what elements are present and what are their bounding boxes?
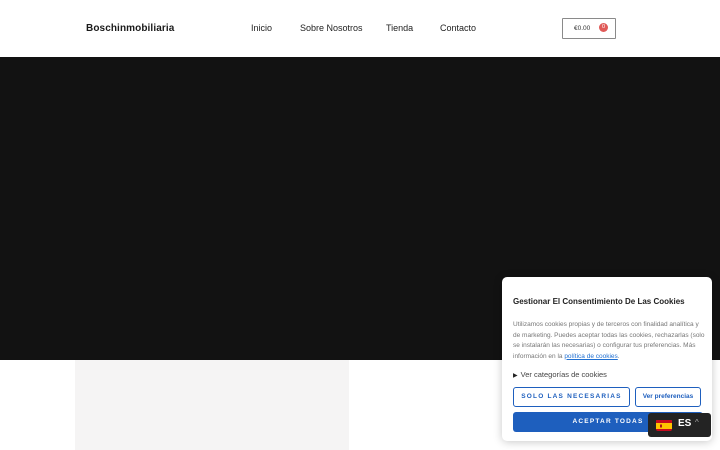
product-image-placeholder — [75, 360, 349, 450]
nav-sobre-nosotros[interactable]: Sobre Nosotros — [300, 23, 363, 33]
nav-inicio[interactable]: Inicio — [251, 23, 272, 33]
disclosure-triangle-icon: ▶ — [513, 373, 518, 379]
language-code: ES — [678, 418, 692, 429]
nav-contacto[interactable]: Contacto — [440, 23, 476, 33]
cookie-description-end: . — [617, 352, 620, 360]
cookie-title: Gestionar El Consentimiento De Las Cooki… — [513, 297, 685, 306]
cart-button[interactable]: €0.00 0 — [562, 18, 616, 39]
nav-tienda[interactable]: Tienda — [386, 23, 413, 33]
chevron-up-icon: ^ — [695, 418, 699, 427]
language-switcher[interactable]: ES ^ — [648, 413, 711, 437]
site-header: Boschinmobiliaria Inicio Sobre Nosotros … — [0, 0, 720, 57]
cart-count-badge: 0 — [599, 23, 608, 32]
brand-logo[interactable]: Boschinmobiliaria — [86, 23, 174, 34]
cart-total: €0.00 — [574, 25, 591, 32]
cookie-description: Utilizamos cookies propias y de terceros… — [513, 320, 705, 362]
reject-cookies-button[interactable]: SOLO LAS NECESARIAS — [513, 387, 630, 407]
spain-flag-icon — [656, 419, 672, 431]
cookie-categories-toggle[interactable]: ▶ Ver categorías de cookies — [513, 370, 607, 379]
cookie-preferences-button[interactable]: Ver preferencias — [635, 387, 701, 407]
cookie-policy-link[interactable]: política de cookies — [564, 353, 617, 360]
cookie-categories-label: Ver categorías de cookies — [520, 370, 607, 379]
